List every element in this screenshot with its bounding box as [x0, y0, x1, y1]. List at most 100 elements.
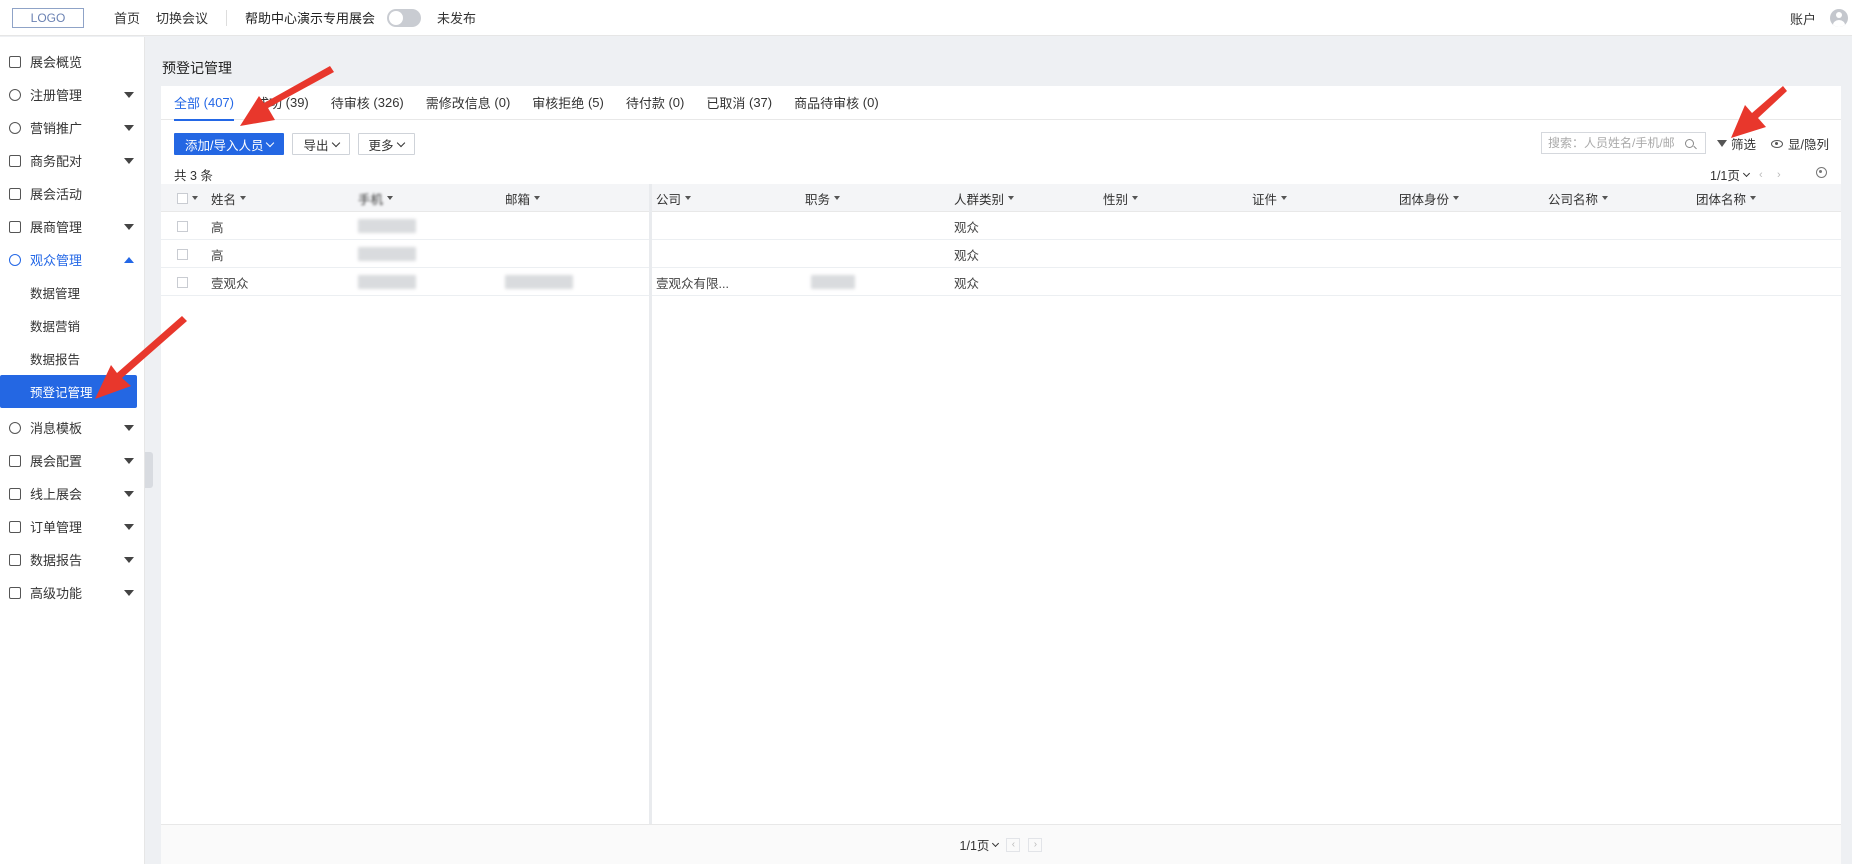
- sidebar-item-label: 营销推广: [30, 121, 83, 136]
- sidebar-item-overview[interactable]: 展会概览: [0, 45, 144, 78]
- filter-button[interactable]: 筛选: [1717, 134, 1756, 153]
- table-row[interactable]: 壹观众 壹观众有限... 观众: [161, 268, 1841, 296]
- table-row[interactable]: 高 观众: [161, 212, 1841, 240]
- row-checkbox[interactable]: [177, 221, 188, 232]
- top-pager: 1/1页 ‹ ›: [1710, 165, 1785, 184]
- prev-page-icon[interactable]: ‹: [1006, 837, 1021, 852]
- table-row[interactable]: 高 观众: [161, 240, 1841, 268]
- column-label: 性别: [1103, 192, 1129, 207]
- col-phone[interactable]: 手机: [358, 184, 394, 212]
- sidebar-item-message-templates[interactable]: 消息模板: [0, 411, 144, 444]
- gear-icon[interactable]: [1816, 167, 1827, 178]
- tab-pending-payment[interactable]: 待付款 (0): [626, 86, 685, 120]
- search-input[interactable]: [1548, 136, 1683, 150]
- page-indicator[interactable]: 1/1页: [960, 835, 990, 854]
- more-button[interactable]: 更多: [357, 133, 415, 155]
- tab-label: 待付款: [625, 96, 665, 111]
- chevron-down-icon[interactable]: [192, 196, 198, 200]
- col-title[interactable]: 职务: [805, 184, 841, 212]
- sidebar-item-data-reports[interactable]: 数据报告: [0, 543, 144, 576]
- export-button[interactable]: 导出: [292, 133, 350, 155]
- tab-all[interactable]: 全部 (407): [174, 86, 234, 121]
- col-id[interactable]: 证件: [1252, 184, 1288, 212]
- tab-pending-review[interactable]: 待审核 (326): [331, 86, 404, 120]
- column-label: 公司名称: [1548, 192, 1599, 207]
- sidebar-item-visitors[interactable]: 观众管理: [0, 243, 144, 276]
- chevron-down-icon: [124, 523, 134, 530]
- add-import-button[interactable]: 添加/导入人员: [174, 133, 285, 155]
- calendar-icon: [9, 187, 21, 200]
- sidebar-subitem-data-report[interactable]: 数据报告: [0, 342, 144, 375]
- sidebar-item-orders[interactable]: 订单管理: [0, 510, 144, 543]
- sidebar-collapse-handle[interactable]: [145, 452, 153, 488]
- tab-count: (0): [862, 95, 879, 110]
- sidebar-item-marketing[interactable]: 营销推广: [0, 111, 144, 144]
- sidebar-item-label: 商务配对: [30, 154, 83, 169]
- filter-icon: [1717, 140, 1727, 147]
- publish-toggle[interactable]: [387, 8, 422, 27]
- database-icon: [9, 253, 21, 266]
- col-group-role[interactable]: 团体身份: [1399, 184, 1460, 212]
- sidebar-subitem-preregistration[interactable]: 预登记管理: [0, 375, 137, 408]
- sidebar-subitem-data-marketing[interactable]: 数据营销: [0, 309, 144, 342]
- next-page-icon[interactable]: ›: [1028, 837, 1043, 852]
- prev-page-icon[interactable]: ‹: [1755, 169, 1767, 181]
- row-checkbox[interactable]: [177, 249, 188, 260]
- sort-icon: [534, 196, 541, 200]
- col-gender[interactable]: 性别: [1103, 184, 1139, 212]
- tab-count: (39): [285, 95, 309, 110]
- tab-goods-pending[interactable]: 商品待审核 (0): [794, 86, 879, 120]
- sidebar-item-event-config[interactable]: 展会配置: [0, 444, 144, 477]
- row-checkbox[interactable]: [177, 277, 188, 288]
- select-all-checkbox[interactable]: [177, 193, 188, 204]
- grid-icon: [9, 586, 21, 599]
- tab-label: 成功: [256, 96, 283, 111]
- store-icon: [9, 220, 21, 233]
- handshake-icon: [9, 154, 21, 167]
- account-area: 账户: [1790, 0, 1852, 36]
- publish-status: 未发布: [437, 11, 477, 26]
- col-company[interactable]: 公司: [656, 184, 692, 212]
- show-hide-columns-button[interactable]: 显/隐列: [1771, 134, 1829, 153]
- order-icon: [9, 520, 21, 533]
- next-page-icon[interactable]: ›: [1773, 169, 1785, 181]
- top-bar: LOGO 首页 切换会议 帮助中心演示专用展会 未发布 账户: [0, 0, 1852, 36]
- column-label: 人群类别: [954, 192, 1005, 207]
- sidebar-item-registration[interactable]: 注册管理: [0, 78, 144, 111]
- nav-switch-event[interactable]: 切换会议: [156, 8, 208, 27]
- search-icon[interactable]: [1685, 138, 1694, 148]
- col-email[interactable]: 邮箱: [505, 184, 541, 212]
- search-box: [1541, 132, 1706, 154]
- sidebar-item-matchmaking[interactable]: 商务配对: [0, 144, 144, 177]
- cell-audience-category: 观众: [954, 276, 980, 291]
- page-indicator[interactable]: 1/1页: [1710, 165, 1740, 184]
- col-company-name[interactable]: 公司名称: [1548, 184, 1609, 212]
- col-audience-category[interactable]: 人群类别: [954, 184, 1015, 212]
- sidebar-item-advanced[interactable]: 高级功能: [0, 576, 144, 609]
- avatar-icon[interactable]: [1830, 9, 1848, 27]
- tab-success[interactable]: 成功 (39): [256, 86, 309, 120]
- logo[interactable]: LOGO: [12, 7, 84, 28]
- tab-rejected[interactable]: 审核拒绝 (5): [532, 86, 604, 120]
- nav-home[interactable]: 首页: [114, 8, 140, 27]
- tab-needs-update[interactable]: 需修改信息 (0): [426, 86, 511, 120]
- table-header: 姓名 手机 邮箱 公司 职务 人群类别 性别 证件 团体身份 公司名称 团体名称: [161, 184, 1841, 212]
- sidebar-subitem-data-management[interactable]: 数据管理: [0, 276, 144, 309]
- chevron-down-icon: [992, 839, 1000, 847]
- tab-cancelled[interactable]: 已取消 (37): [706, 86, 772, 120]
- col-name[interactable]: 姓名: [211, 184, 247, 212]
- sidebar-item-online-event[interactable]: 线上展会: [0, 477, 144, 510]
- sidebar-item-exhibitors[interactable]: 展商管理: [0, 210, 144, 243]
- clock-icon: [9, 121, 21, 134]
- sidebar-item-label: 展会配置: [30, 454, 83, 469]
- column-label: 手机: [358, 192, 384, 207]
- col-group-name[interactable]: 团体名称: [1696, 184, 1757, 212]
- page-title: 预登记管理: [162, 60, 232, 76]
- tab-count: (407): [203, 95, 234, 110]
- button-label: 更多: [368, 138, 394, 153]
- tab-count: (0): [494, 95, 511, 110]
- column-label: 证件: [1252, 192, 1278, 207]
- account-link[interactable]: 账户: [1790, 9, 1816, 28]
- tab-label: 审核拒绝: [532, 96, 585, 111]
- sidebar-item-activities[interactable]: 展会活动: [0, 177, 144, 210]
